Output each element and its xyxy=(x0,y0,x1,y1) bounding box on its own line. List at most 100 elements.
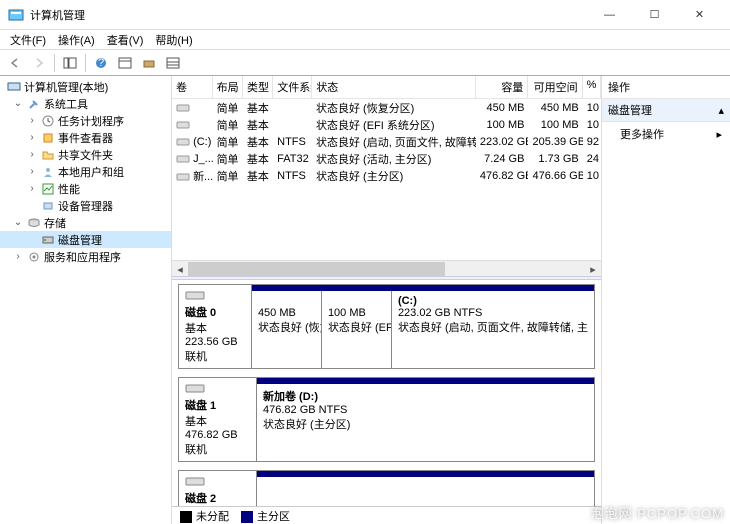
cell: 状态良好 (EFI 系统分区) xyxy=(312,116,476,134)
volume-row[interactable]: 简单 基本 状态良好 (EFI 系统分区) 100 MB 100 MB 10 xyxy=(172,116,601,133)
tree-task-scheduler[interactable]: › 任务计划程序 xyxy=(0,112,171,129)
tree-services-apps[interactable]: › 服务和应用程序 xyxy=(0,248,171,265)
volume-row[interactable]: (C:) 简单 基本 NTFS 状态良好 (启动, 页面文件, 故障转储, 主分… xyxy=(172,133,601,150)
tree-label: 任务计划程序 xyxy=(58,113,124,129)
volume-row[interactable]: 简单 基本 状态良好 (恢复分区) 450 MB 450 MB 10 xyxy=(172,99,601,116)
disk-name: 磁盘 0 xyxy=(185,307,216,319)
cell: 476.66 GB xyxy=(528,169,582,183)
collapse-icon[interactable]: ⌄ xyxy=(12,217,24,228)
scroll-thumb[interactable] xyxy=(188,262,445,276)
tree-event-viewer[interactable]: › 事件查看器 xyxy=(0,129,171,146)
cell: 10 xyxy=(583,169,601,183)
titlebar: 计算机管理 — ☐ ✕ xyxy=(0,0,730,30)
tree-disk-management[interactable]: 磁盘管理 xyxy=(0,231,171,248)
tree-system-tools[interactable]: ⌄ 系统工具 xyxy=(0,95,171,112)
tree-performance[interactable]: › 性能 xyxy=(0,180,171,197)
menu-help[interactable]: 帮助(H) xyxy=(149,30,198,50)
col-filesystem[interactable]: 文件系统 xyxy=(273,76,312,98)
window-title: 计算机管理 xyxy=(30,7,587,23)
disk-icon xyxy=(40,233,56,247)
partition[interactable]: 100 MB 状态良好 (EF xyxy=(322,291,392,368)
collapse-icon[interactable]: ▴ xyxy=(718,104,724,117)
tree-shared-folders[interactable]: › 共享文件夹 xyxy=(0,146,171,163)
refresh-button[interactable] xyxy=(114,52,136,74)
tree-storage[interactable]: ⌄ 存储 xyxy=(0,214,171,231)
drive-icon xyxy=(176,137,190,147)
disk-graphical-view: 磁盘 0 基本 223.56 GB 联机 450 MB 状态良好 (恢复 100… xyxy=(172,280,601,506)
disk-2[interactable]: 磁盘 2 可移动 xyxy=(178,470,595,506)
back-button[interactable] xyxy=(4,52,26,74)
cell: 92 xyxy=(583,135,601,149)
scroll-left-icon[interactable]: ◂ xyxy=(172,261,188,276)
col-free[interactable]: 可用空间 xyxy=(528,76,582,98)
col-type[interactable]: 类型 xyxy=(243,76,273,98)
volume-list: 卷 布局 类型 文件系统 状态 容量 可用空间 % 简单 基本 状态良好 (恢复… xyxy=(172,76,601,276)
toolbar: ? xyxy=(0,50,730,76)
col-capacity[interactable]: 容量 xyxy=(476,76,529,98)
expand-icon[interactable]: › xyxy=(26,183,38,194)
expand-icon[interactable]: › xyxy=(26,149,38,160)
part-size: 100 MB xyxy=(328,307,366,319)
disk-info: 磁盘 0 基本 223.56 GB 联机 xyxy=(179,285,252,368)
minimize-button[interactable]: — xyxy=(587,0,632,29)
partition[interactable]: 新加卷 (D:) 476.82 GB NTFS 状态良好 (主分区) xyxy=(257,384,594,461)
cell: NTFS xyxy=(273,169,312,183)
volume-row[interactable]: 新... 简单 基本 NTFS 状态良好 (主分区) 476.82 GB 476… xyxy=(172,167,601,184)
disk-icon xyxy=(185,289,205,303)
tree-label: 计算机管理(本地) xyxy=(24,79,108,95)
part-size: 450 MB xyxy=(258,307,296,319)
expand-icon[interactable]: › xyxy=(26,132,38,143)
part-status: 状态良好 (恢复 xyxy=(258,322,322,334)
col-percent[interactable]: % xyxy=(583,76,601,98)
settings-button[interactable] xyxy=(138,52,160,74)
disk-icon xyxy=(185,382,205,396)
expand-icon[interactable]: › xyxy=(26,166,38,177)
disk-size: 476.82 GB xyxy=(185,429,238,441)
help-button[interactable]: ? xyxy=(90,52,112,74)
part-size: 476.82 GB NTFS xyxy=(263,404,347,416)
col-layout[interactable]: 布局 xyxy=(213,76,243,98)
maximize-button[interactable]: ☐ xyxy=(632,0,677,29)
expand-icon[interactable]: › xyxy=(26,115,38,126)
show-hide-tree-button[interactable] xyxy=(59,52,81,74)
partition[interactable] xyxy=(257,477,594,485)
cell: 新... xyxy=(193,171,213,183)
scroll-right-icon[interactable]: ▸ xyxy=(585,261,601,276)
menu-file[interactable]: 文件(F) xyxy=(4,30,52,50)
actions-section-label: 磁盘管理 xyxy=(608,102,652,118)
disk-name: 磁盘 2 xyxy=(185,493,216,505)
cell: 205.39 GB xyxy=(528,135,582,149)
tree-local-users[interactable]: › 本地用户和组 xyxy=(0,163,171,180)
cell: 简单 xyxy=(213,99,243,117)
actions-more[interactable]: 更多操作 ▸ xyxy=(602,122,730,146)
menu-action[interactable]: 操作(A) xyxy=(52,30,101,50)
horizontal-scrollbar[interactable]: ◂ ▸ xyxy=(172,260,601,276)
tree-root[interactable]: 计算机管理(本地) xyxy=(0,78,171,95)
col-volume[interactable]: 卷 xyxy=(172,76,213,98)
part-label: (C:) xyxy=(398,295,417,307)
disk-0[interactable]: 磁盘 0 基本 223.56 GB 联机 450 MB 状态良好 (恢复 100… xyxy=(178,284,595,369)
swatch-icon xyxy=(180,511,192,523)
disk-partitions: 450 MB 状态良好 (恢复 100 MB 状态良好 (EF (C:) 223… xyxy=(252,285,594,368)
tree-device-manager[interactable]: 设备管理器 xyxy=(0,197,171,214)
cell: FAT32 xyxy=(273,152,312,166)
partition[interactable]: 450 MB 状态良好 (恢复 xyxy=(252,291,322,368)
partition[interactable]: (C:) 223.02 GB NTFS 状态良好 (启动, 页面文件, 故障转储… xyxy=(392,291,594,368)
actions-section[interactable]: 磁盘管理 ▴ xyxy=(602,99,730,122)
list-button[interactable] xyxy=(162,52,184,74)
forward-button[interactable] xyxy=(28,52,50,74)
close-button[interactable]: ✕ xyxy=(677,0,722,29)
services-icon xyxy=(26,250,42,264)
disk-state: 联机 xyxy=(185,444,207,456)
cell: 状态良好 (活动, 主分区) xyxy=(312,150,476,168)
expand-icon[interactable]: › xyxy=(12,251,24,262)
disk-1[interactable]: 磁盘 1 基本 476.82 GB 联机 新加卷 (D:) 476.82 GB … xyxy=(178,377,595,462)
disk-name: 磁盘 1 xyxy=(185,400,216,412)
menu-view[interactable]: 查看(V) xyxy=(101,30,150,50)
collapse-icon[interactable]: ⌄ xyxy=(12,98,24,109)
tools-icon xyxy=(26,97,42,111)
volume-row[interactable]: J_... 简单 基本 FAT32 状态良好 (活动, 主分区) 7.24 GB… xyxy=(172,150,601,167)
disk-info: 磁盘 1 基本 476.82 GB 联机 xyxy=(179,378,257,461)
col-status[interactable]: 状态 xyxy=(312,76,476,98)
storage-icon xyxy=(26,216,42,230)
